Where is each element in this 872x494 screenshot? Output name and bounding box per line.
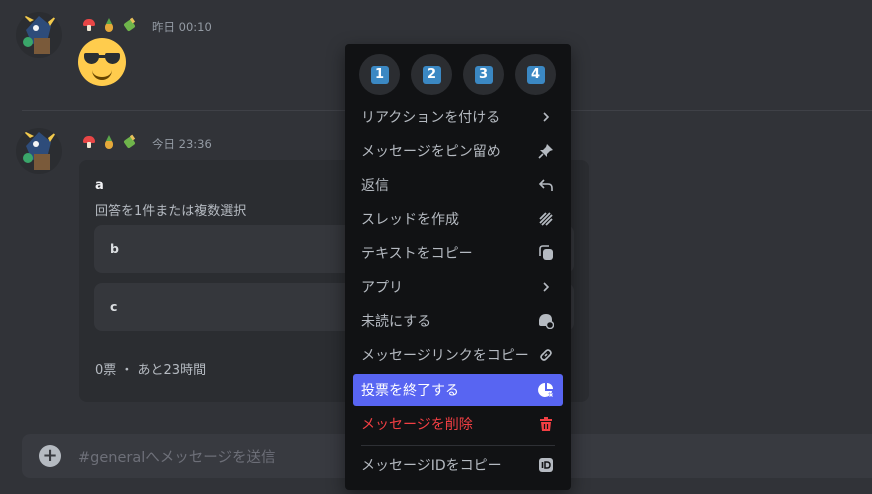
pineapple-icon [102, 18, 116, 32]
bottle-icon [122, 135, 136, 149]
add-attachment-icon[interactable]: + [39, 445, 61, 467]
menu-item-copy-message-link[interactable]: メッセージリンクをコピー [353, 339, 563, 371]
copy-icon [537, 244, 555, 262]
menu-item-label: 投票を終了する [361, 383, 459, 399]
menu-item-label: 未読にする [361, 314, 432, 330]
menu-item-create-thread[interactable]: スレッドを作成 [353, 203, 563, 235]
quick-reaction-4[interactable]: 4 [515, 54, 556, 95]
menu-separator [361, 445, 555, 446]
message-timestamp: 昨日 00:10 [152, 20, 212, 34]
reply-icon [537, 176, 555, 194]
avatar[interactable] [16, 12, 62, 58]
keycap-4-icon: 4 [526, 65, 545, 84]
user-badges [82, 18, 136, 32]
menu-item-label: メッセージを削除 [361, 417, 473, 433]
menu-item-apps[interactable]: アプリ [353, 271, 563, 303]
menu-item-label: アプリ [361, 280, 403, 296]
menu-item-mark-unread[interactable]: 未読にする [353, 305, 563, 337]
menu-item-copy-text[interactable]: テキストをコピー [353, 237, 563, 269]
poll-option-label: b [110, 241, 119, 256]
poll-question: a [95, 178, 104, 193]
threads-icon [537, 210, 555, 228]
menu-item-pin-message[interactable]: メッセージをピン留め [353, 135, 563, 167]
menu-item-label: スレッドを作成 [361, 212, 459, 228]
chevron-right-icon [537, 108, 555, 126]
sunglasses-emoji-icon [78, 38, 126, 86]
message-timestamp: 今日 23:36 [152, 137, 212, 151]
quick-reaction-3[interactable]: 3 [463, 54, 504, 95]
poll-footer: 0票 ・ あと23時間 [95, 363, 207, 378]
pin-icon [537, 142, 555, 160]
trash-icon [537, 415, 555, 433]
mushroom-icon [82, 135, 96, 149]
quick-reaction-2[interactable]: 2 [411, 54, 452, 95]
menu-item-label: メッセージリンクをコピー [361, 348, 529, 364]
menu-item-end-poll[interactable]: 投票を終了する [353, 374, 563, 406]
menu-item-copy-message-id[interactable]: メッセージIDをコピー [353, 449, 563, 481]
pineapple-icon [102, 135, 116, 149]
message-context-menu: 1 2 3 4 リアクションを付ける メッセージをピン留め 返信 スレッドを作成… [345, 44, 571, 490]
keycap-1-icon: 1 [370, 65, 389, 84]
user-badges [82, 135, 136, 149]
avatar-image [22, 130, 58, 170]
menu-item-delete-message[interactable]: メッセージを削除 [353, 408, 563, 440]
menu-item-label: メッセージをピン留め [361, 144, 501, 160]
mark-unread-icon [537, 312, 555, 330]
bottle-icon [122, 18, 136, 32]
poll-option-label: c [110, 299, 118, 314]
quick-reaction-1[interactable]: 1 [359, 54, 400, 95]
menu-item-label: メッセージIDをコピー [361, 458, 502, 474]
keycap-2-icon: 2 [422, 65, 441, 84]
chevron-right-icon [537, 278, 555, 296]
avatar[interactable] [16, 128, 62, 174]
poll-hint: 回答を1件または複数選択 [95, 204, 247, 219]
avatar-image [22, 14, 58, 54]
message-input[interactable]: #generalへメッセージを送信 [78, 446, 275, 467]
menu-item-add-reaction[interactable]: リアクションを付ける [353, 101, 563, 133]
menu-item-label: テキストをコピー [361, 246, 473, 262]
keycap-3-icon: 3 [474, 65, 493, 84]
link-icon [537, 346, 555, 364]
menu-item-reply[interactable]: 返信 [353, 169, 563, 201]
mushroom-icon [82, 18, 96, 32]
end-poll-icon [537, 381, 555, 399]
quick-reactions: 1 2 3 4 [359, 54, 556, 95]
menu-item-label: リアクションを付ける [361, 110, 501, 126]
id-icon [537, 456, 555, 474]
menu-item-label: 返信 [361, 178, 389, 194]
